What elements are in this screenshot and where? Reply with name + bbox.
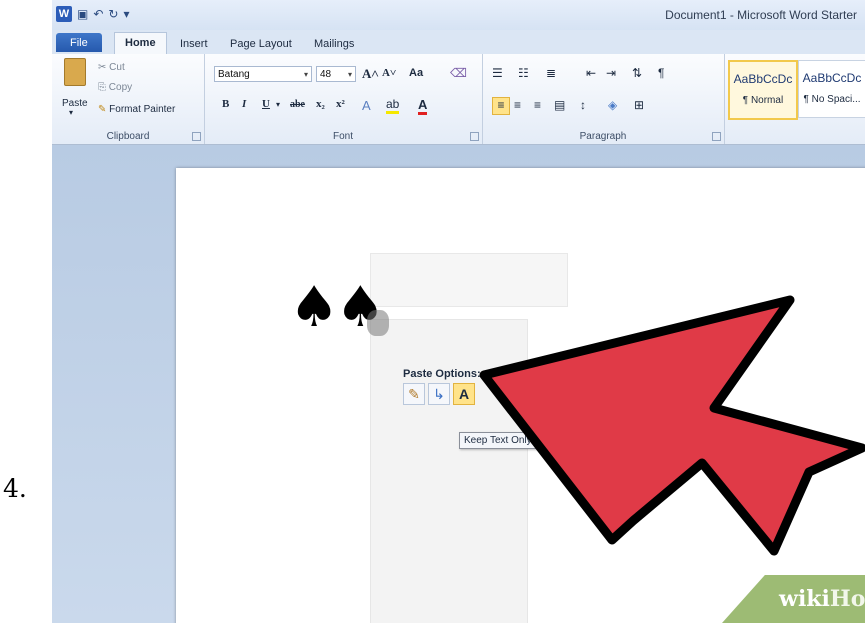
copy-label: Copy — [108, 82, 133, 93]
ribbon-tabs: File Home Insert Page Layout Mailings — [52, 30, 865, 55]
tab-file[interactable]: File — [56, 33, 102, 52]
chevron-down-icon: ▾ — [303, 70, 308, 79]
tab-insert[interactable]: Insert — [170, 34, 218, 54]
cut-label: Cut — [109, 62, 125, 73]
watermark-how: How — [829, 586, 865, 612]
justify-icon[interactable]: ▤ — [554, 98, 565, 112]
copy-icon: ⎘ — [98, 82, 106, 93]
drag-ghost-column — [370, 319, 528, 623]
grow-font-button[interactable]: A˄ — [362, 66, 379, 82]
text-effects-icon[interactable]: A — [362, 98, 371, 113]
watermark-text: wikiHow — [779, 586, 865, 612]
merge-formatting-icon[interactable]: ↳ — [428, 383, 450, 405]
paste-options-menu: Paste Options: ✎ ↳ A — [403, 368, 481, 405]
sort-icon[interactable]: ⇅ — [632, 66, 642, 80]
style-normal[interactable]: AaBbCcDc ¶ Normal — [728, 60, 798, 120]
wikihow-watermark: wikiHow — [722, 575, 865, 623]
keep-source-formatting-icon[interactable]: ✎ — [403, 383, 425, 405]
decrease-indent-icon[interactable]: ⇤ — [586, 66, 596, 80]
watermark-wiki: wiki — [779, 586, 830, 612]
keep-text-only-tooltip: Keep Text Only (T) — [459, 432, 553, 449]
paste-options-title: Paste Options: — [403, 368, 481, 380]
cut-button[interactable]: ✂ Cut — [98, 62, 125, 73]
mouse-cursor — [367, 310, 389, 336]
paragraph-group-label: Paragraph — [579, 131, 627, 142]
shading-icon[interactable]: ◈ — [608, 98, 617, 112]
font-group-label: Font — [332, 131, 353, 142]
borders-icon[interactable]: ⊞ — [634, 98, 644, 112]
italic-button[interactable]: I — [242, 98, 246, 110]
underline-button[interactable]: U — [262, 98, 270, 110]
multilevel-list-icon[interactable]: ≣ — [546, 66, 556, 80]
paste-button[interactable]: Paste ▾ — [60, 58, 94, 120]
document-area: ♠♠ Paste Options: ✎ ↳ A Keep Text Only (… — [52, 145, 865, 623]
font-launcher-icon[interactable] — [470, 132, 479, 141]
paintbrush-icon: ✎ — [98, 104, 107, 115]
underline-dropdown-icon[interactable]: ▾ — [276, 100, 280, 109]
line-spacing-icon[interactable]: ↕ — [580, 98, 586, 112]
font-name-combo[interactable]: Batang ▾ — [214, 66, 312, 82]
paste-label: Paste — [62, 98, 88, 109]
paste-dropdown-icon[interactable]: ▾ — [69, 108, 73, 117]
paste-options-buttons: ✎ ↳ A — [403, 383, 481, 405]
drag-ghost-top — [370, 253, 568, 307]
tab-page-layout[interactable]: Page Layout — [220, 34, 302, 54]
undo-icon[interactable]: ↶ — [93, 7, 103, 21]
highlight-icon[interactable]: ab — [386, 97, 400, 114]
subscript-button[interactable]: x₂ — [316, 98, 325, 110]
step-number: 4. — [3, 474, 27, 503]
bullets-icon[interactable]: ☰ — [492, 66, 503, 80]
font-group: Batang ▾ 48 ▾ A˄ A˅ Aa ⌫ B I U ▾ abe x₂ x²… — [204, 54, 483, 144]
format-painter-label: Format Painter — [109, 104, 176, 115]
customize-qat-icon[interactable]: ▾ — [123, 7, 129, 21]
clipboard-launcher-icon[interactable] — [192, 132, 201, 141]
title-bar: W ▣ ↶ ↻ ▾ Document1 - Microsoft Word Sta… — [52, 0, 865, 30]
clipboard-group: Paste ▾ ✂ Cut ⎘ Copy ✎ Format Painter Cl… — [52, 54, 205, 144]
numbering-icon[interactable]: ☷ — [518, 66, 529, 80]
clipboard-icon — [64, 58, 86, 86]
paragraph-launcher-icon[interactable] — [712, 132, 721, 141]
strikethrough-button[interactable]: abe — [290, 99, 305, 110]
change-case-button[interactable]: Aa — [409, 67, 423, 79]
align-left-icon[interactable]: ≡ — [492, 97, 510, 115]
style-name: ¶ No Spaci... — [803, 94, 861, 105]
align-center-icon[interactable]: ≡ — [514, 98, 521, 112]
word-logo-icon: W — [56, 6, 72, 22]
keep-text-only-button[interactable]: A — [453, 383, 475, 405]
style-name: ¶ Normal — [742, 95, 784, 106]
clear-formatting-icon[interactable]: ⌫ — [450, 66, 467, 80]
show-formatting-icon[interactable]: ¶ — [658, 66, 664, 80]
style-sample: AaBbCcDc — [802, 71, 862, 85]
shrink-font-button[interactable]: A˅ — [382, 67, 396, 79]
copy-button[interactable]: ⎘ Copy — [98, 82, 132, 93]
tab-home[interactable]: Home — [114, 32, 167, 55]
quick-access-toolbar: W ▣ ↶ ↻ ▾ — [56, 6, 130, 22]
scissors-icon: ✂ — [98, 62, 107, 73]
font-color-icon[interactable]: A — [418, 97, 428, 115]
font-name-value: Batang — [218, 69, 250, 80]
paragraph-group: ☰ ☷ ≣ ⇤ ⇥ ⇅ ¶ ≡ ≡ ≡ ▤ ↕ ◈ ⊞ Paragraph — [482, 54, 725, 144]
chevron-down-icon: ▾ — [347, 70, 352, 79]
save-icon[interactable]: ▣ — [77, 7, 88, 21]
font-size-value: 48 — [320, 69, 332, 80]
clipboard-group-label: Clipboard — [106, 131, 150, 142]
superscript-button[interactable]: x² — [336, 98, 345, 110]
align-right-icon[interactable]: ≡ — [534, 98, 541, 112]
word-window: W ▣ ↶ ↻ ▾ Document1 - Microsoft Word Sta… — [52, 0, 865, 623]
font-size-combo[interactable]: 48 ▾ — [316, 66, 356, 82]
ribbon: Paste ▾ ✂ Cut ⎘ Copy ✎ Format Painter Cl… — [52, 54, 865, 145]
format-painter-button[interactable]: ✎ Format Painter — [98, 104, 175, 115]
redo-icon[interactable]: ↻ — [108, 7, 118, 21]
tab-mailings[interactable]: Mailings — [304, 34, 364, 54]
increase-indent-icon[interactable]: ⇥ — [606, 66, 616, 80]
document-page[interactable]: ♠♠ Paste Options: ✎ ↳ A Keep Text Only (… — [176, 168, 865, 623]
bold-button[interactable]: B — [222, 98, 229, 110]
window-title: Document1 - Microsoft Word Starter — [665, 8, 857, 22]
style-no-spacing[interactable]: AaBbCcDc ¶ No Spaci... — [798, 60, 865, 118]
style-sample: AaBbCcDc — [733, 72, 793, 86]
